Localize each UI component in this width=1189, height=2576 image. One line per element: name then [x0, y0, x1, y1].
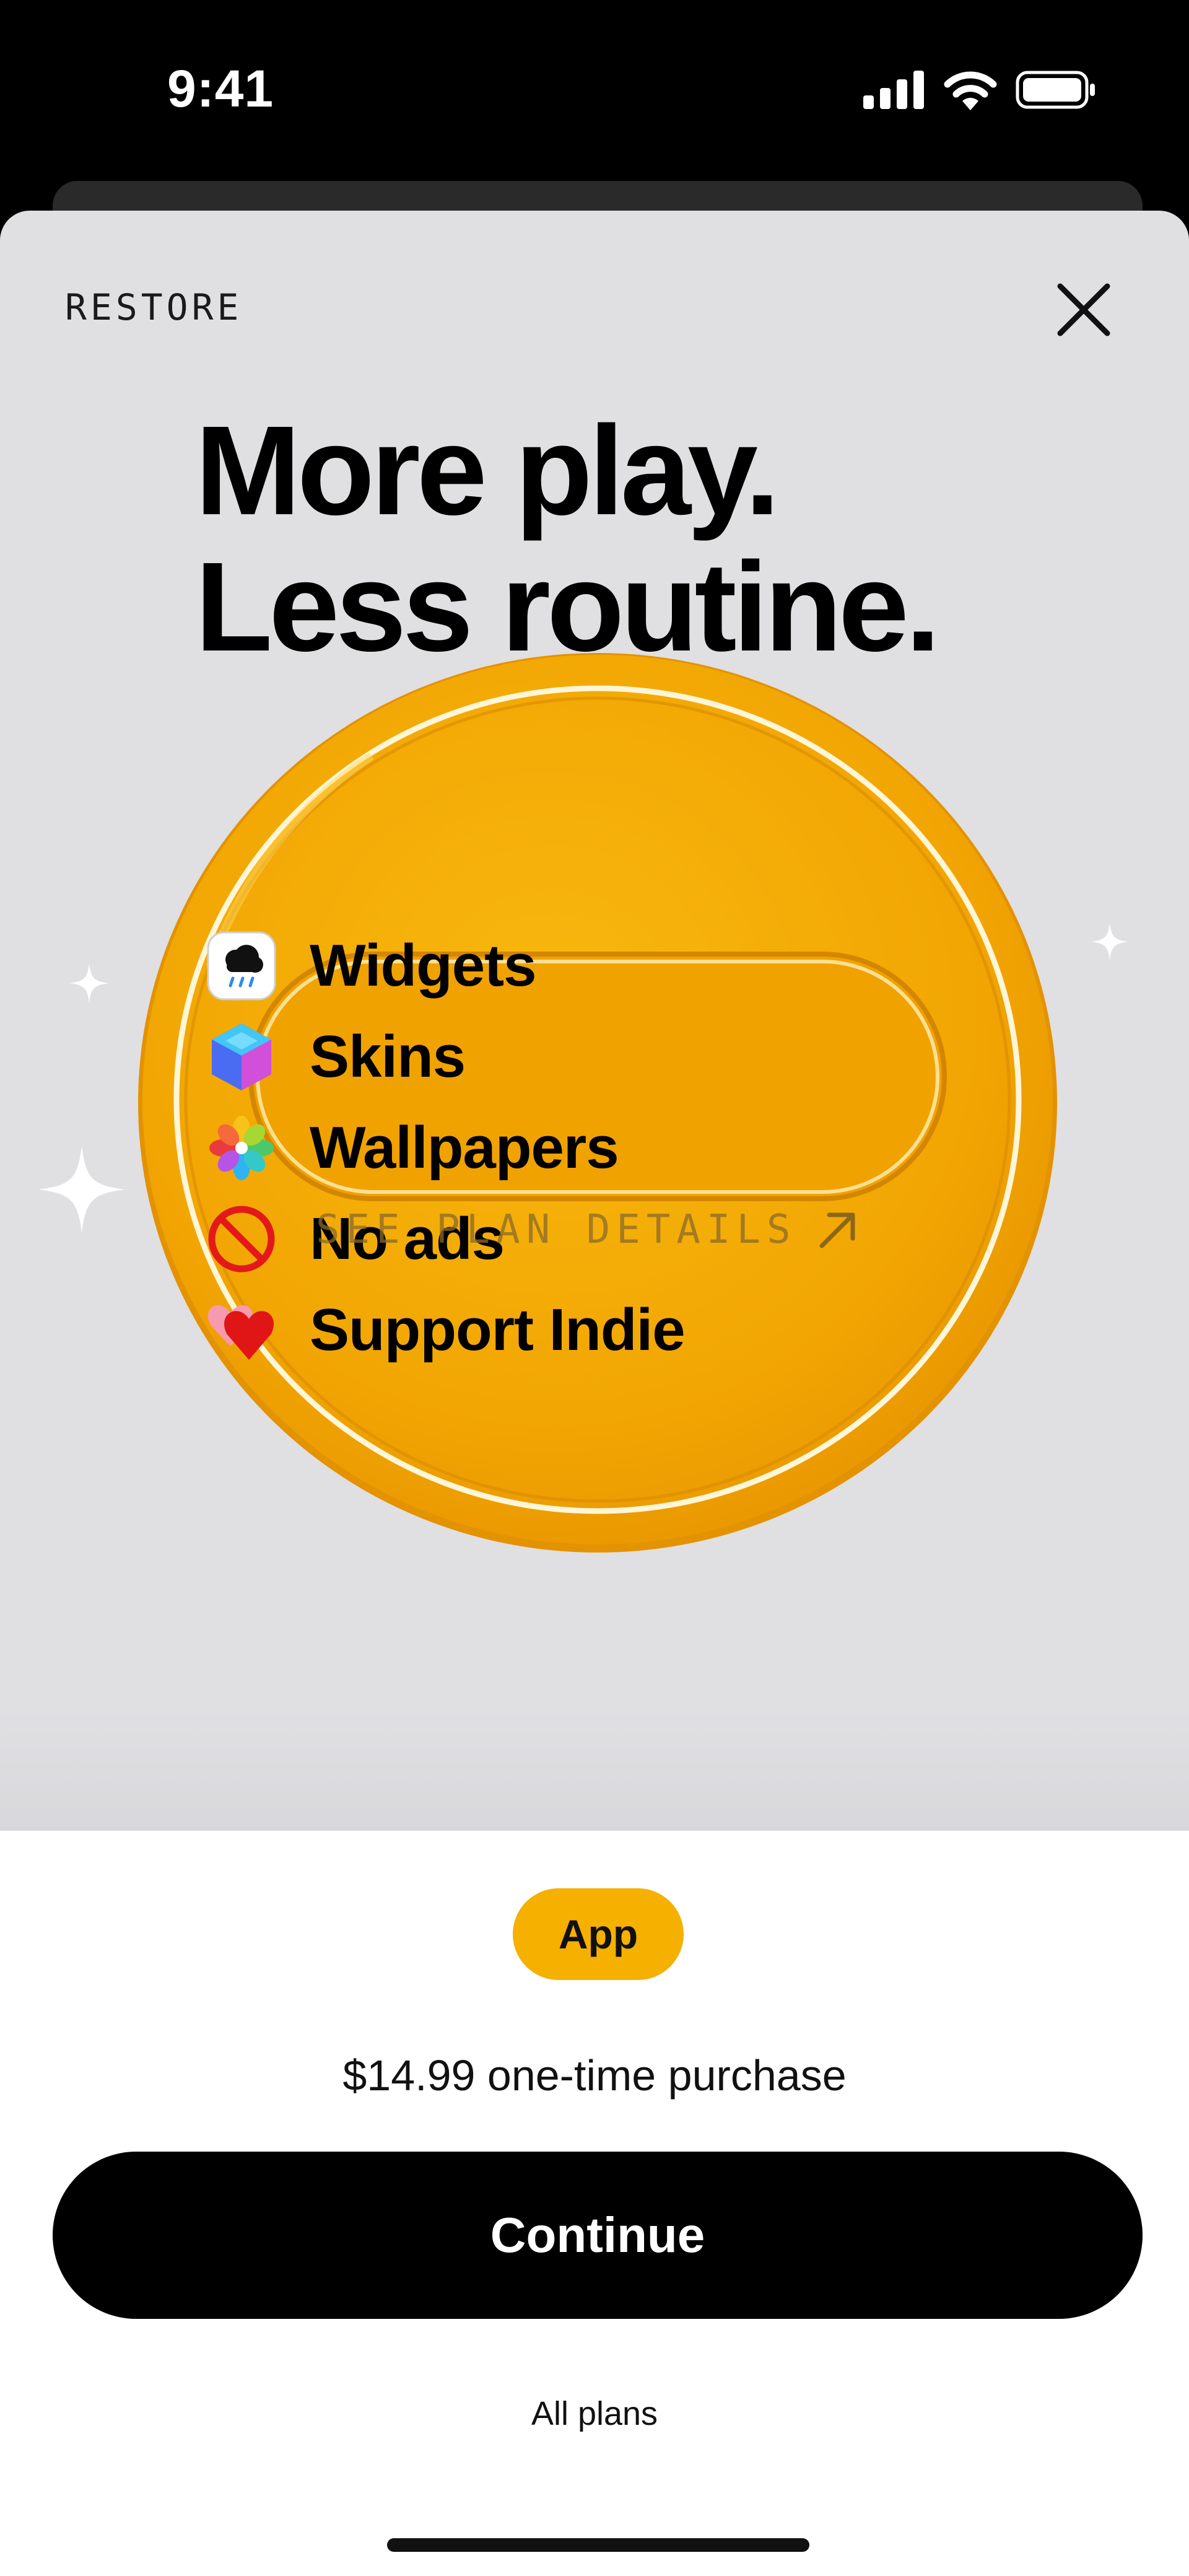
all-plans-link[interactable]: All plans — [0, 2394, 1189, 2433]
sparkle-icon — [69, 963, 109, 1003]
sparkle-icon — [1091, 923, 1128, 960]
cellular-signal-icon — [863, 71, 924, 109]
headline-line-2: Less routine. — [195, 536, 941, 678]
purchase-panel: App $14.99 one-time purchase Continue Al… — [0, 1831, 1189, 2576]
restore-button[interactable]: RESTORE — [65, 286, 242, 328]
heart-icon — [204, 1293, 279, 1367]
plan-details-label: SEE PLAN DETAILS — [316, 1207, 797, 1253]
see-plan-details-link[interactable]: SEE PLAN DETAILS — [316, 1207, 860, 1253]
continue-button[interactable]: Continue — [53, 2152, 1143, 2319]
home-indicator — [387, 2538, 809, 2552]
sparkle-icon — [38, 1146, 125, 1233]
headline-line-1: More play. — [195, 400, 780, 541]
wifi-icon — [944, 71, 997, 110]
feature-label: Skins — [310, 1023, 466, 1090]
status-time: 9:41 — [167, 59, 274, 118]
headline: More play. Less routine. — [195, 400, 941, 678]
plan-badge-app[interactable]: App — [513, 1888, 684, 1980]
flower-icon — [204, 1111, 279, 1185]
arrow-up-right-icon — [819, 1212, 855, 1248]
feature-item-widgets: Widgets — [204, 920, 685, 1011]
feature-label: Widgets — [310, 932, 536, 999]
cube-icon — [204, 1020, 279, 1094]
feature-label: Wallpapers — [310, 1114, 619, 1181]
close-button[interactable] — [1047, 273, 1121, 347]
close-icon — [1057, 283, 1110, 336]
prohibited-icon — [204, 1202, 279, 1276]
sheet-fade — [0, 1710, 1189, 1834]
status-bar: 9:41 — [0, 0, 1189, 180]
feature-item-support-indie: Support Indie — [204, 1284, 686, 1375]
feature-list: Widgets Skins Wallpapers No ads Support … — [204, 920, 686, 1375]
price-text: $14.99 one-time purchase — [342, 2051, 847, 2100]
paywall-screen: 9:41 RESTORE More play. Less routine. Wi… — [0, 0, 1189, 2576]
feature-item-wallpapers: Wallpapers — [204, 1102, 685, 1193]
feature-label: Support Indie — [310, 1296, 686, 1363]
weather-cloud-icon — [204, 929, 279, 1003]
feature-item-skins: Skins — [204, 1011, 685, 1102]
battery-icon — [1016, 71, 1095, 109]
status-icons — [863, 65, 1096, 115]
